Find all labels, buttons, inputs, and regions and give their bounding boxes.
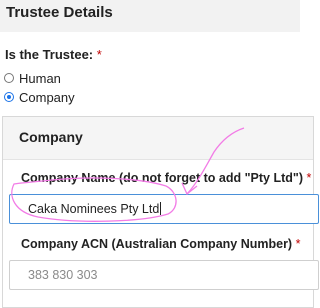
radio-company-label[interactable]: Company xyxy=(19,90,75,105)
company-acn-label: Company ACN (Australian Company Number) … xyxy=(21,237,300,251)
section-title: Trustee Details xyxy=(6,4,113,21)
company-name-input[interactable]: Caka Nominees Pty Ltd xyxy=(9,194,319,224)
company-acn-input[interactable]: 383 830 303 xyxy=(9,260,319,290)
company-acn-label-text: Company ACN (Australian Company Number) xyxy=(21,237,293,251)
required-mark: * xyxy=(306,171,312,185)
radio-option-company[interactable]: Company xyxy=(4,89,75,105)
text-caret xyxy=(160,202,162,215)
company-name-value: Caka Nominees Pty Ltd xyxy=(28,202,160,216)
radio-option-human[interactable]: Human xyxy=(4,70,61,86)
trustee-type-label: Is the Trustee: * xyxy=(5,47,102,62)
required-mark: * xyxy=(96,47,102,62)
company-name-label: Company Name (do not forget to add "Pty … xyxy=(21,171,311,185)
required-mark: * xyxy=(295,237,301,251)
section-header: Trustee Details xyxy=(0,0,300,32)
radio-human-label[interactable]: Human xyxy=(19,71,61,86)
company-panel: Company Company Name (do not forget to a… xyxy=(2,116,319,308)
radio-human[interactable] xyxy=(4,73,14,83)
trustee-type-label-text: Is the Trustee: xyxy=(5,47,94,62)
company-panel-header: Company xyxy=(3,117,313,160)
company-acn-value: 383 830 303 xyxy=(28,268,98,282)
company-name-label-text: Company Name (do not forget to add "Pty … xyxy=(21,171,303,185)
company-panel-title: Company xyxy=(19,129,83,145)
radio-company[interactable] xyxy=(4,92,14,102)
